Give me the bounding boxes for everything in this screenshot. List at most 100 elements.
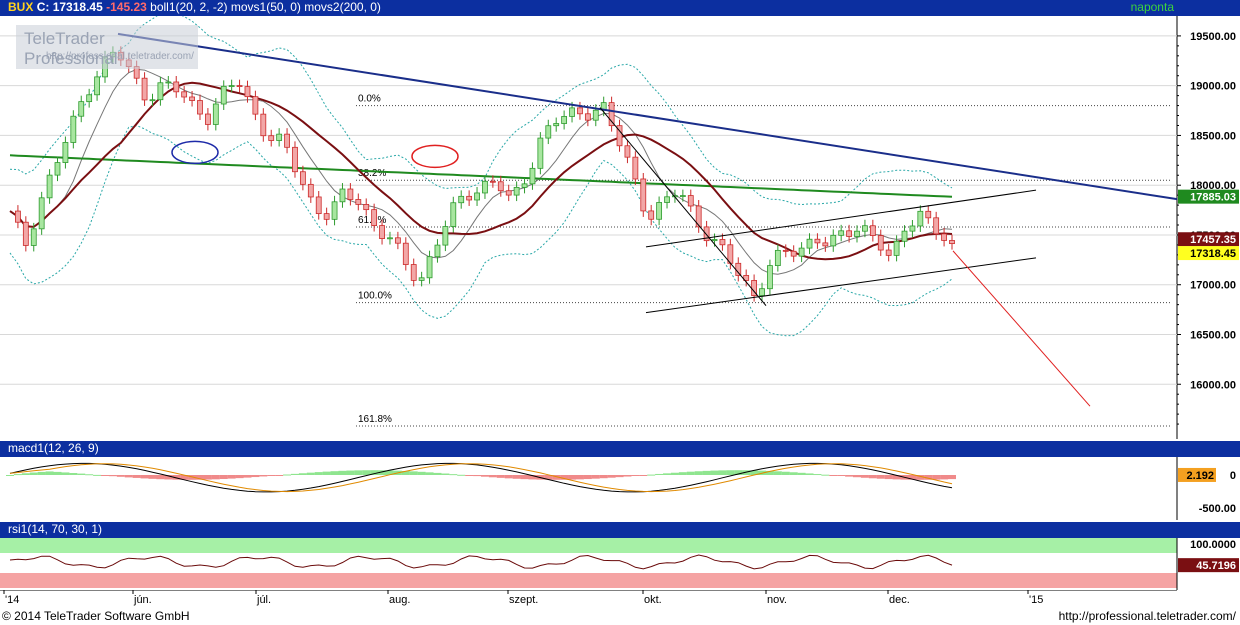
candle-body [260,113,267,137]
candle-body [822,242,829,247]
macd-histogram-bar [259,475,268,477]
macd-histogram-bar [773,471,782,475]
candle-body [711,239,718,242]
macd-histogram-bar [6,475,14,476]
xaxis-tick-label: dec. [889,594,910,606]
close-value-tag: 17318.45 [1190,248,1236,260]
macd-histogram-bar [85,474,94,476]
candle-body [553,123,560,127]
macd-histogram-bar [829,475,838,476]
xaxis-tick-label: '14 [5,594,19,606]
xaxis-tick-label: okt. [644,594,662,606]
candle-body [228,85,235,88]
candle-body [252,96,259,115]
price-chart[interactable]: 19500.0019000.0018500.0018000.0017500.00… [0,16,1240,439]
macd-histogram-bar [639,475,648,476]
candle-body [244,86,251,98]
macd-histogram-bar [512,475,521,479]
macd-histogram-bar [504,475,513,479]
macd-histogram-bar [948,475,956,480]
candle-body [545,125,552,139]
macd-label: macd1(12, 26, 9) [8,441,99,455]
candle-body [54,162,61,176]
macd-histogram-bar [781,471,790,475]
macd-histogram-bar [480,475,489,477]
macd-histogram-bar [876,475,885,479]
period-label[interactable]: naponta [1131,0,1174,15]
price-panel-header: BUX C: 17318.45 -145.23 boll1(20, 2, -2)… [0,0,1240,16]
macd-tick-label: -500.00 [1199,503,1236,515]
candle-body [220,85,227,105]
candle-body [798,247,805,257]
fibonacci-label: 100.0% [358,291,392,302]
candle-body [212,103,219,125]
candle-body [46,174,53,199]
macd-histogram-bar [718,470,727,475]
fibonacci-label: 161.8% [358,414,392,425]
macd-chart[interactable]: 2.192 0 -500.00 [0,457,1240,520]
ma50-value-tag: 17457.35 [1190,234,1236,246]
candle-body [323,213,330,220]
candle-body [537,137,544,169]
candle-body [78,101,85,117]
candle-body [86,94,93,103]
macd-histogram-bar [243,475,252,478]
macd-histogram-bar [853,475,862,478]
candle-body [497,181,504,192]
candle-body [774,249,781,266]
candle-body [236,85,243,88]
macd-histogram-bar [211,475,220,480]
close-label: C: [36,0,50,14]
candle-body [854,230,860,237]
macd-histogram-bar [116,475,125,477]
candle-body [846,230,852,237]
macd-histogram-bar [607,475,616,478]
candle-body [307,183,314,198]
macd-histogram-bar [694,471,703,475]
macd-histogram-bar [53,471,62,475]
candle-body [664,196,670,203]
macd-histogram-bar [678,472,687,475]
macd-histogram-bar [805,473,814,475]
macd-histogram-bar [69,472,78,475]
candle-body [687,195,694,207]
close-value: 17318.45 [52,0,103,14]
price-tick-label: 16000.00 [1190,379,1236,391]
fibonacci-label: 0.0% [358,94,381,105]
macd-histogram-bar [663,473,672,475]
candle-body [149,99,156,102]
macd-histogram-bar [306,472,315,475]
price-tick-label: 19000.00 [1190,81,1236,93]
candle-body [521,183,528,188]
macd-histogram-bar [93,474,102,476]
macd-histogram-bar [726,470,735,475]
candle-body [276,133,283,141]
candle-body [70,115,77,143]
macd-histogram-bar [29,472,38,475]
candle-body [292,146,298,173]
xaxis-bg [0,590,1240,608]
footer-url[interactable]: http://professional.teletrader.com/ [1059,609,1236,623]
macd-histogram-bar [298,473,307,475]
macd-histogram-bar [599,475,608,479]
macd-histogram-bar [132,475,141,478]
macd-histogram-bar [283,474,292,476]
candle-body [141,77,148,101]
macd-histogram-bar [647,474,656,476]
candle-body [434,244,441,258]
rsi-chart[interactable]: 100.0000 45.7196 [0,538,1240,590]
candle-body [204,113,211,125]
macd-histogram-bar [465,475,474,476]
macd-histogram-bar [100,475,109,476]
instrument-title: BUX C: 17318.45 -145.23 boll1(20, 2, -2)… [8,0,381,15]
candle-body [442,226,449,246]
ma200-value-tag: 17885.03 [1190,192,1236,204]
candle-body [299,171,306,185]
macd-histogram-bar [457,474,466,476]
macd-histogram-bar [21,473,30,475]
macd-histogram-bar [417,471,426,475]
xaxis-tick-label: '15 [1029,594,1043,606]
candle-body [474,192,480,201]
change-value: -145.23 [106,0,147,14]
xaxis-tick-label: aug. [389,594,410,606]
